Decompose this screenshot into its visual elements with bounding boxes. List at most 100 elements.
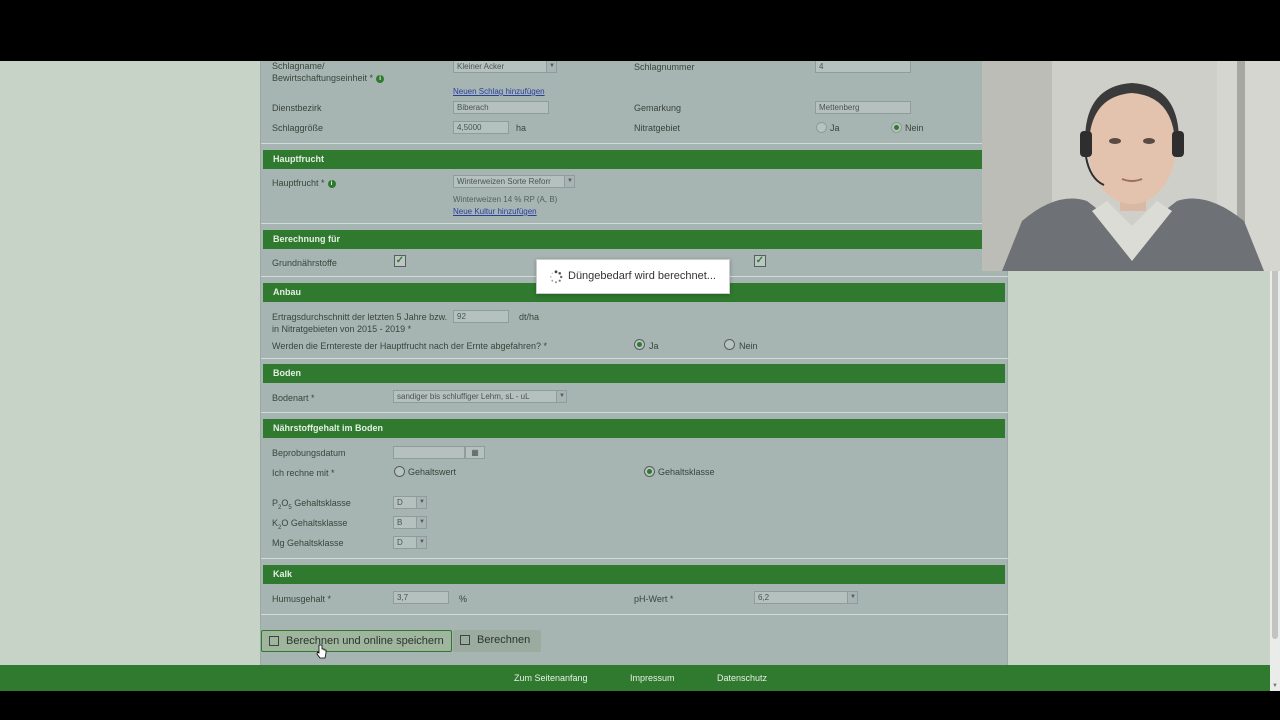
schlagname-label-line2: Bewirtschaftungseinheit * i bbox=[272, 73, 385, 84]
ph-value: 6,2 bbox=[758, 593, 770, 602]
ertrag-label-line2: in Nitratgebieten von 2015 - 2019 * bbox=[272, 324, 412, 334]
divider bbox=[261, 412, 1009, 413]
k2o-select[interactable]: B ▼ bbox=[393, 516, 427, 529]
schlagname-value: Kleiner Acker bbox=[457, 62, 505, 71]
p2o5-value: D bbox=[397, 498, 403, 507]
rechne-label: Ich rechne mit * bbox=[272, 468, 335, 478]
ertrag-field[interactable]: 92 bbox=[453, 310, 509, 323]
ertrag-unit: dt/ha bbox=[519, 312, 540, 322]
mg-label: Mg Gehaltsklasse bbox=[272, 538, 344, 548]
schlaggroesse-field[interactable]: 4,5000 bbox=[453, 121, 509, 134]
nitratgebiet-label: Nitratgebiet bbox=[634, 123, 681, 133]
mg-value: D bbox=[397, 538, 403, 547]
schlagnummer-field[interactable]: 4 bbox=[815, 61, 911, 73]
divider bbox=[261, 143, 1009, 144]
footer-impressum-link[interactable]: Impressum bbox=[630, 673, 675, 683]
calculate-button-label: Berechnen bbox=[477, 634, 531, 646]
kalk-section-header: Kalk bbox=[263, 565, 1005, 584]
chevron-down-icon[interactable]: ▼ bbox=[564, 176, 574, 187]
humus-field[interactable]: 3,7 bbox=[393, 591, 449, 604]
gemarkung-label: Gemarkung bbox=[634, 103, 682, 113]
hauptfrucht-value: Winterweizen Sorte Reforr bbox=[457, 177, 551, 186]
divider bbox=[261, 223, 1009, 224]
floppy-disk-icon bbox=[269, 636, 279, 646]
p2o5-select[interactable]: D ▼ bbox=[393, 496, 427, 509]
chevron-down-icon[interactable]: ▼ bbox=[847, 592, 857, 603]
calculator-icon bbox=[460, 635, 470, 645]
loading-toast-text: Düngebedarf wird berechnet... bbox=[568, 270, 716, 282]
erntereste-ja-radio[interactable] bbox=[634, 339, 645, 350]
calculate-button[interactable]: Berechnen bbox=[453, 630, 541, 652]
webcam-overlay bbox=[982, 61, 1280, 271]
gehaltswert-label: Gehaltswert bbox=[408, 467, 457, 477]
erntereste-ja-label: Ja bbox=[649, 341, 659, 351]
beprobungsdatum-field[interactable] bbox=[393, 446, 465, 459]
gehaltswert-radio[interactable] bbox=[394, 466, 405, 477]
nitratgebiet-ja-radio[interactable] bbox=[816, 122, 827, 133]
divider bbox=[261, 358, 1009, 359]
dienstbezirk-label: Dienstbezirk bbox=[272, 103, 322, 113]
mg-select[interactable]: D ▼ bbox=[393, 536, 427, 549]
hauptfrucht-hint: Winterweizen 14 % RP (A, B) bbox=[453, 195, 558, 204]
hand-cursor-icon bbox=[316, 644, 327, 659]
spinner-icon bbox=[550, 270, 563, 284]
footer-datenschutz-link[interactable]: Datenschutz bbox=[717, 673, 767, 683]
erntereste-nein-radio[interactable] bbox=[724, 339, 735, 350]
schlaggroesse-unit: ha bbox=[516, 123, 527, 133]
info-icon[interactable]: i bbox=[327, 179, 336, 188]
p2o5-label: P2O5 Gehaltsklasse bbox=[272, 498, 351, 511]
erntereste-label: Werden die Erntereste der Hauptfrucht na… bbox=[272, 341, 548, 351]
chevron-down-icon[interactable]: ▼ bbox=[416, 497, 426, 508]
boden-section-header: Boden bbox=[263, 364, 1005, 383]
erntereste-nein-label: Nein bbox=[739, 341, 758, 351]
schlagnummer-label: Schlagnummer bbox=[634, 62, 695, 72]
divider bbox=[261, 614, 1009, 615]
ertrag-label: Ertragsdurchschnitt der letzten 5 Jahre … bbox=[272, 312, 448, 322]
hauptfrucht-section-header: Hauptfrucht bbox=[263, 150, 1005, 169]
gehaltsklasse-radio[interactable] bbox=[644, 466, 655, 477]
calendar-icon[interactable]: ▦ bbox=[465, 446, 485, 459]
humus-unit: % bbox=[459, 594, 468, 604]
gemarkung-field[interactable]: Mettenberg bbox=[815, 101, 911, 114]
bodenart-select[interactable]: sandiger bis schluffiger Lehm, sL - uL ▼ bbox=[393, 390, 567, 403]
add-kultur-link[interactable]: Neue Kultur hinzufügen bbox=[453, 207, 537, 216]
dienstbezirk-field[interactable]: Biberach bbox=[453, 101, 549, 114]
k2o-label: K2O Gehaltsklasse bbox=[272, 518, 348, 531]
beprobungsdatum-label: Beprobungsdatum bbox=[272, 448, 346, 458]
grundnaehrstoffe-checkbox[interactable]: ✓ bbox=[394, 255, 406, 267]
schlagname-select[interactable]: Kleiner Acker ▼ bbox=[453, 61, 557, 73]
info-icon[interactable]: i bbox=[376, 74, 385, 83]
chevron-down-icon[interactable]: ▼ bbox=[416, 537, 426, 548]
schlagname-label: Schlagname/ bbox=[272, 61, 325, 71]
bodenart-label: Bodenart * bbox=[272, 393, 315, 403]
divider bbox=[261, 558, 1009, 559]
nitratgebiet-ja-label: Ja bbox=[830, 123, 840, 133]
chevron-down-icon[interactable]: ▼ bbox=[556, 391, 566, 402]
nitratgebiet-nein-label: Nein bbox=[905, 123, 924, 133]
save-online-button[interactable]: Berechnen und online speichern bbox=[261, 630, 452, 652]
add-schlag-link[interactable]: Neuen Schlag hinzufügen bbox=[453, 87, 545, 96]
chevron-down-icon[interactable]: ▼ bbox=[546, 61, 556, 72]
save-online-button-label: Berechnen und online speichern bbox=[286, 635, 444, 647]
loading-toast: Düngebedarf wird berechnet... bbox=[536, 259, 730, 294]
chevron-down-icon[interactable]: ▼ bbox=[416, 517, 426, 528]
ph-label: pH-Wert * bbox=[634, 594, 674, 604]
schlaggroesse-label: Schlaggröße bbox=[272, 123, 324, 133]
nitratgebiet-nein-radio[interactable] bbox=[891, 122, 902, 133]
hauptfrucht-select[interactable]: Winterweizen Sorte Reforr ▼ bbox=[453, 175, 575, 188]
page-footer: Zum Seitenanfang Impressum Datenschutz bbox=[0, 665, 1270, 691]
humus-label: Humusgehalt * bbox=[272, 594, 332, 604]
naehrstoff-section-header: Nährstoffgehalt im Boden bbox=[263, 419, 1005, 438]
ph-select[interactable]: 6,2 ▼ bbox=[754, 591, 858, 604]
webcam-person-image bbox=[982, 61, 1280, 271]
k2o-value: B bbox=[397, 518, 403, 527]
bodenart-value: sandiger bis schluffiger Lehm, sL - uL bbox=[397, 392, 530, 401]
second-checkbox[interactable]: ✓ bbox=[754, 255, 766, 267]
gehaltsklasse-label: Gehaltsklasse bbox=[658, 467, 715, 477]
grundnaehrstoffe-label: Grundnährstoffe bbox=[272, 258, 337, 268]
footer-top-link[interactable]: Zum Seitenanfang bbox=[514, 673, 588, 683]
hauptfrucht-label: Hauptfrucht * i bbox=[272, 178, 336, 189]
scroll-down-icon[interactable]: ▼ bbox=[1271, 683, 1279, 691]
berechnung-section-header: Berechnung für bbox=[263, 230, 1005, 249]
fertilizer-form: Schlagname/ Bewirtschaftungseinheit * i K… bbox=[260, 61, 1009, 665]
